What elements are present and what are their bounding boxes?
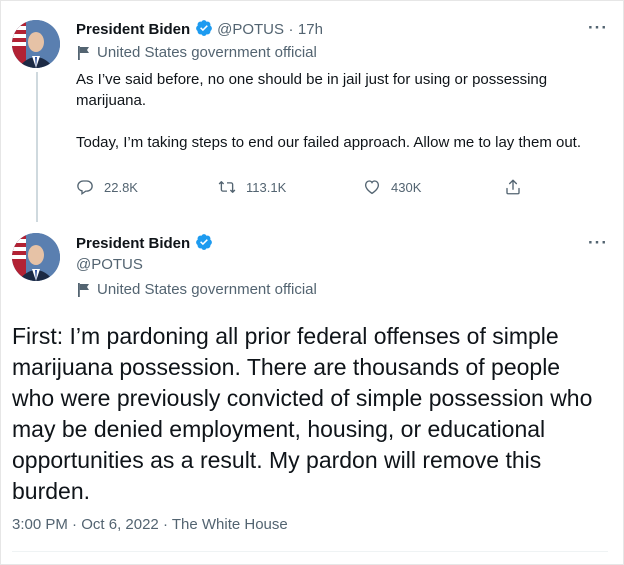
reply-button[interactable]: 22.8K: [76, 178, 138, 196]
tweet-time[interactable]: 17h: [298, 21, 323, 38]
tweet2-text: First: I’m pardoning all prior federal o…: [12, 323, 593, 504]
tweet1-body: As I’ve said before, no one should be in…: [76, 69, 596, 153]
share-button[interactable]: [504, 178, 522, 196]
like-icon: [364, 180, 380, 195]
retweet-button[interactable]: 113.1K: [218, 178, 286, 196]
reply-icon: [77, 180, 93, 196]
verified-badge-icon: [195, 20, 212, 36]
tweet-text-paragraph: As I’ve said before, no one should be in…: [76, 71, 548, 109]
reply-count: 22.8K: [104, 179, 138, 195]
tweet-time[interactable]: 3:00 PM: [12, 516, 68, 533]
author-name[interactable]: President Biden: [76, 21, 190, 38]
author-name[interactable]: President Biden: [76, 235, 190, 252]
more-icon[interactable]: ···: [588, 233, 608, 253]
share-icon: [506, 179, 520, 195]
separator: ·: [72, 516, 78, 533]
like-count: 430K: [391, 179, 422, 195]
separator: ·: [288, 21, 294, 38]
tweet2-header: President Biden: [76, 233, 213, 253]
tweet-meta: 3:00 PM · Oct 6, 2022 · The White House: [12, 516, 288, 533]
avatar[interactable]: [12, 233, 60, 281]
retweet-icon: [218, 181, 236, 193]
thread-connector: [36, 72, 38, 222]
author-handle[interactable]: @POTUS: [217, 21, 284, 38]
government-label: United States government official: [78, 281, 317, 298]
author-handle[interactable]: @POTUS: [76, 256, 143, 273]
flag-icon: [78, 282, 89, 297]
separator: ·: [162, 516, 168, 533]
verified-badge-icon: [195, 234, 212, 250]
like-button[interactable]: 430K: [363, 178, 421, 196]
more-icon[interactable]: ···: [588, 18, 608, 38]
tweet-source[interactable]: The White House: [172, 516, 288, 533]
label-text: United States government official: [97, 44, 317, 61]
label-text: United States government official: [97, 281, 317, 298]
divider: [12, 551, 608, 552]
tweet-text-paragraph: Today, I’m taking steps to end our faile…: [76, 134, 581, 151]
tweet-date[interactable]: Oct 6, 2022: [81, 516, 159, 533]
government-label: United States government official: [78, 44, 317, 61]
flag-icon: [78, 45, 89, 60]
retweet-count: 113.1K: [246, 179, 287, 195]
tweet1-header: President Biden @POTUS · 17h: [76, 19, 323, 39]
avatar[interactable]: [12, 20, 60, 68]
